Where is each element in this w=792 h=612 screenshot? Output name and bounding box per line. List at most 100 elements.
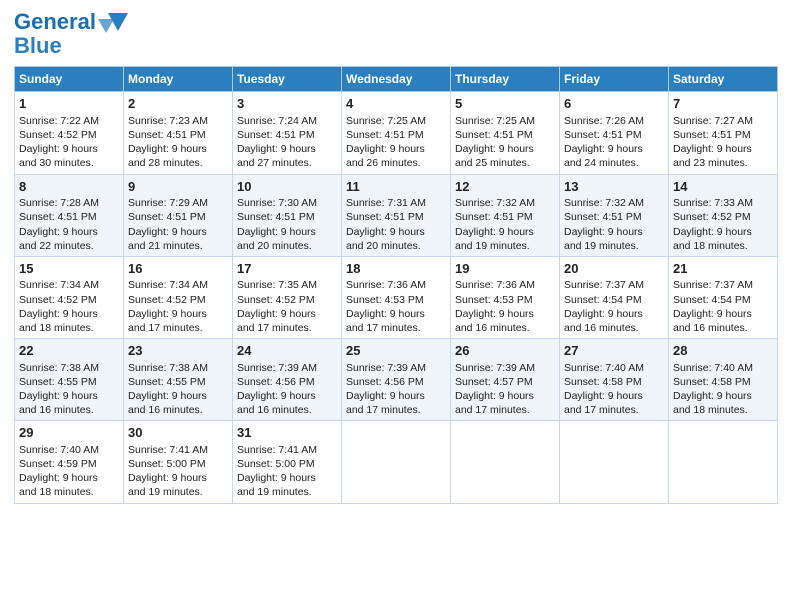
- day-number: 14: [673, 178, 773, 196]
- day-number: 26: [455, 342, 555, 360]
- calendar-cell: 28Sunrise: 7:40 AMSunset: 4:58 PMDayligh…: [669, 339, 778, 421]
- day-info-line: and 16 minutes.: [673, 321, 773, 335]
- weekday-header-saturday: Saturday: [669, 67, 778, 92]
- day-info-line: and 16 minutes.: [564, 321, 664, 335]
- calendar-cell: 31Sunrise: 7:41 AMSunset: 5:00 PMDayligh…: [233, 421, 342, 503]
- day-number: 30: [128, 424, 228, 442]
- day-info-line: Sunset: 4:54 PM: [673, 293, 773, 307]
- day-info-line: Sunrise: 7:22 AM: [19, 114, 119, 128]
- day-info-line: and 30 minutes.: [19, 156, 119, 170]
- day-info-line: Sunrise: 7:34 AM: [19, 278, 119, 292]
- calendar-cell: 18Sunrise: 7:36 AMSunset: 4:53 PMDayligh…: [342, 256, 451, 338]
- calendar-cell: 7Sunrise: 7:27 AMSunset: 4:51 PMDaylight…: [669, 92, 778, 174]
- day-info-line: Sunset: 4:51 PM: [455, 128, 555, 142]
- calendar-cell: [451, 421, 560, 503]
- day-info-line: Sunrise: 7:37 AM: [673, 278, 773, 292]
- calendar-cell: 14Sunrise: 7:33 AMSunset: 4:52 PMDayligh…: [669, 174, 778, 256]
- day-info-line: Sunset: 4:52 PM: [237, 293, 337, 307]
- page-container: General Blue SundayMondayTuesdayWednesda…: [0, 0, 792, 514]
- day-info-line: Sunrise: 7:25 AM: [346, 114, 446, 128]
- day-info-line: and 24 minutes.: [564, 156, 664, 170]
- day-info-line: Sunrise: 7:29 AM: [128, 196, 228, 210]
- day-info-line: and 16 minutes.: [19, 403, 119, 417]
- day-number: 19: [455, 260, 555, 278]
- day-info-line: Sunset: 4:51 PM: [455, 210, 555, 224]
- day-info-line: Sunrise: 7:27 AM: [673, 114, 773, 128]
- calendar-cell: 11Sunrise: 7:31 AMSunset: 4:51 PMDayligh…: [342, 174, 451, 256]
- day-number: 24: [237, 342, 337, 360]
- calendar-cell: 22Sunrise: 7:38 AMSunset: 4:55 PMDayligh…: [15, 339, 124, 421]
- calendar-cell: [669, 421, 778, 503]
- day-info-line: Daylight: 9 hours: [455, 142, 555, 156]
- day-info-line: Daylight: 9 hours: [673, 142, 773, 156]
- day-info-line: and 16 minutes.: [237, 403, 337, 417]
- day-info-line: Daylight: 9 hours: [237, 471, 337, 485]
- day-number: 16: [128, 260, 228, 278]
- day-info-line: Sunrise: 7:39 AM: [346, 361, 446, 375]
- day-info-line: Sunset: 4:52 PM: [128, 293, 228, 307]
- calendar-body: 1Sunrise: 7:22 AMSunset: 4:52 PMDaylight…: [15, 92, 778, 503]
- day-info-line: Sunset: 4:51 PM: [564, 128, 664, 142]
- day-info-line: Sunset: 4:58 PM: [673, 375, 773, 389]
- day-info-line: Daylight: 9 hours: [346, 389, 446, 403]
- day-info-line: and 19 minutes.: [237, 485, 337, 499]
- day-info-line: Sunrise: 7:40 AM: [673, 361, 773, 375]
- day-number: 13: [564, 178, 664, 196]
- day-info-line: Daylight: 9 hours: [237, 142, 337, 156]
- calendar-cell: 29Sunrise: 7:40 AMSunset: 4:59 PMDayligh…: [15, 421, 124, 503]
- day-info-line: Sunset: 4:55 PM: [128, 375, 228, 389]
- day-info-line: Sunrise: 7:38 AM: [19, 361, 119, 375]
- calendar-week-row: 8Sunrise: 7:28 AMSunset: 4:51 PMDaylight…: [15, 174, 778, 256]
- calendar-cell: 5Sunrise: 7:25 AMSunset: 4:51 PMDaylight…: [451, 92, 560, 174]
- day-info-line: Sunrise: 7:37 AM: [564, 278, 664, 292]
- day-info-line: and 16 minutes.: [128, 403, 228, 417]
- day-info-line: Daylight: 9 hours: [564, 389, 664, 403]
- day-number: 22: [19, 342, 119, 360]
- calendar: SundayMondayTuesdayWednesdayThursdayFrid…: [14, 66, 778, 503]
- calendar-cell: 27Sunrise: 7:40 AMSunset: 4:58 PMDayligh…: [560, 339, 669, 421]
- day-info-line: and 22 minutes.: [19, 239, 119, 253]
- day-info-line: and 17 minutes.: [237, 321, 337, 335]
- calendar-cell: 6Sunrise: 7:26 AMSunset: 4:51 PMDaylight…: [560, 92, 669, 174]
- day-info-line: and 17 minutes.: [455, 403, 555, 417]
- day-info-line: and 26 minutes.: [346, 156, 446, 170]
- day-info-line: Sunrise: 7:30 AM: [237, 196, 337, 210]
- day-info-line: Sunset: 4:52 PM: [19, 128, 119, 142]
- day-info-line: and 17 minutes.: [564, 403, 664, 417]
- calendar-week-row: 29Sunrise: 7:40 AMSunset: 4:59 PMDayligh…: [15, 421, 778, 503]
- day-info-line: Daylight: 9 hours: [564, 142, 664, 156]
- day-info-line: Sunset: 4:51 PM: [237, 210, 337, 224]
- day-info-line: Sunrise: 7:33 AM: [673, 196, 773, 210]
- day-info-line: and 16 minutes.: [455, 321, 555, 335]
- calendar-cell: 24Sunrise: 7:39 AMSunset: 4:56 PMDayligh…: [233, 339, 342, 421]
- day-info-line: Daylight: 9 hours: [237, 225, 337, 239]
- day-number: 10: [237, 178, 337, 196]
- day-info-line: Sunset: 4:51 PM: [346, 210, 446, 224]
- calendar-cell: [342, 421, 451, 503]
- logo: General Blue: [14, 10, 130, 58]
- calendar-week-row: 1Sunrise: 7:22 AMSunset: 4:52 PM Daylight…: [15, 92, 778, 174]
- calendar-cell: 8Sunrise: 7:28 AMSunset: 4:51 PMDaylight…: [15, 174, 124, 256]
- day-info-line: and 23 minutes.: [673, 156, 773, 170]
- calendar-cell: 30Sunrise: 7:41 AMSunset: 5:00 PMDayligh…: [124, 421, 233, 503]
- day-info-line: and 18 minutes.: [19, 485, 119, 499]
- day-info-line: Sunset: 4:52 PM: [19, 293, 119, 307]
- calendar-cell: 25Sunrise: 7:39 AMSunset: 4:56 PMDayligh…: [342, 339, 451, 421]
- day-info-line: Sunset: 4:51 PM: [19, 210, 119, 224]
- day-info-line: Sunset: 4:58 PM: [564, 375, 664, 389]
- day-info-line: Sunset: 4:57 PM: [455, 375, 555, 389]
- day-info-line: Daylight: 9 hours: [455, 307, 555, 321]
- weekday-header-monday: Monday: [124, 67, 233, 92]
- day-info-line: Daylight: 9 hours: [128, 225, 228, 239]
- calendar-header: SundayMondayTuesdayWednesdayThursdayFrid…: [15, 67, 778, 92]
- day-info-line: and 20 minutes.: [237, 239, 337, 253]
- day-info-line: Sunset: 4:56 PM: [346, 375, 446, 389]
- day-number: 1: [19, 95, 119, 113]
- calendar-cell: 4Sunrise: 7:25 AMSunset: 4:51 PMDaylight…: [342, 92, 451, 174]
- day-number: 21: [673, 260, 773, 278]
- calendar-cell: 2Sunrise: 7:23 AMSunset: 4:51 PMDaylight…: [124, 92, 233, 174]
- day-number: 31: [237, 424, 337, 442]
- day-info-line: Sunset: 4:55 PM: [19, 375, 119, 389]
- calendar-cell: 21Sunrise: 7:37 AMSunset: 4:54 PMDayligh…: [669, 256, 778, 338]
- calendar-cell: 26Sunrise: 7:39 AMSunset: 4:57 PMDayligh…: [451, 339, 560, 421]
